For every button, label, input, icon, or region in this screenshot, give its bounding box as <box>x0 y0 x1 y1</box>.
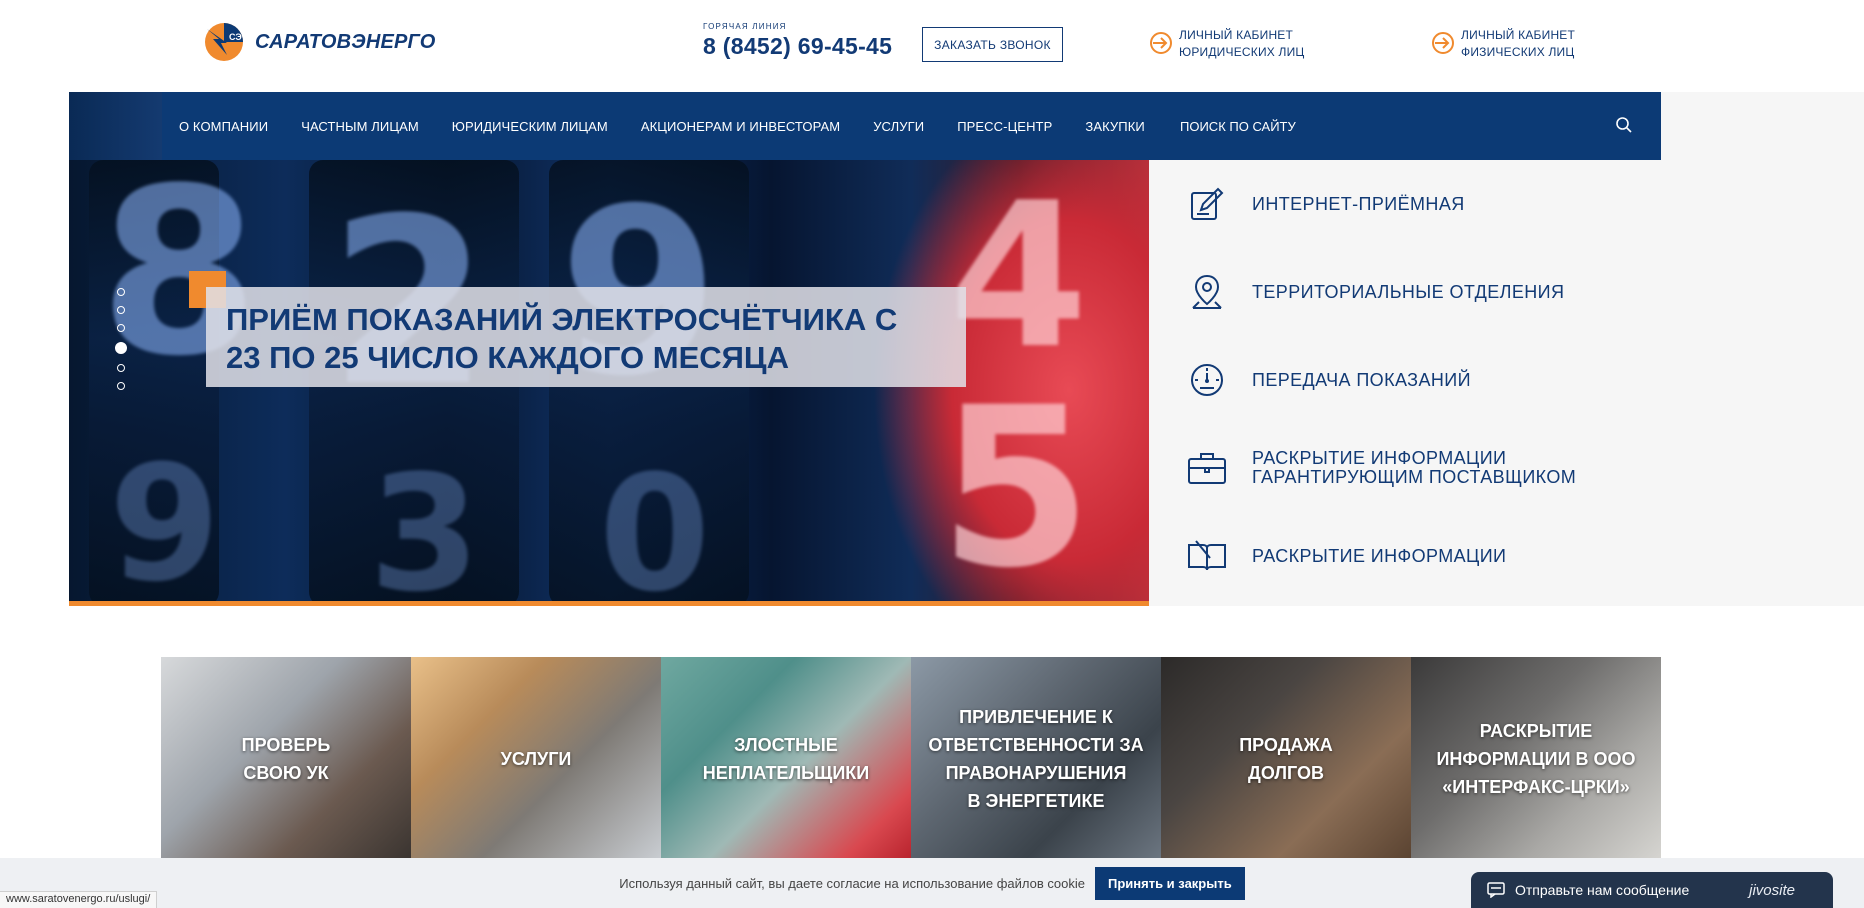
tile-label-line1: ПРИВЛЕЧЕНИЕ К <box>959 706 1113 727</box>
meter-digit-9b: 9 <box>109 430 221 606</box>
logo-text: САРАТОВЭНЕРГО <box>255 30 436 53</box>
slider-dot[interactable] <box>117 382 125 390</box>
meter-icon <box>1184 357 1230 403</box>
hero-image-top-strip <box>69 92 162 160</box>
quick-link-territorial-offices[interactable]: ТЕРРИТОРИАЛЬНЫЕ ОТДЕЛЕНИЯ <box>1184 269 1564 315</box>
meter-digit-3: 3 <box>369 440 481 606</box>
callback-button[interactable]: ЗАКАЗАТЬ ЗВОНОК <box>922 27 1063 62</box>
status-bar-url: www.saratovenergo.ru/uslugi/ <box>0 891 158 908</box>
tile-label-line2: ИНФОРМАЦИИ В ООО <box>1436 748 1636 769</box>
cabinet-legal-line2: ЮРИДИЧЕСКИХ ЛИЦ <box>1179 45 1305 59</box>
tile-label-line3: «ИНТЕРФАКС-ЦРКИ» <box>1442 776 1630 797</box>
briefcase-icon <box>1184 445 1230 491</box>
meter-digit-0: 0 <box>599 440 711 606</box>
quick-link-supplier-disclosure[interactable]: РАСКРЫТИЕ ИНФОРМАЦИИ ГАРАНТИРУЮЩИМ ПОСТА… <box>1184 445 1576 491</box>
tile-label-line1: ЗЛОСТНЫЕ <box>734 734 838 755</box>
edit-icon <box>1184 181 1230 227</box>
nav-items: О КОМПАНИИ ЧАСТНЫМ ЛИЦАМ ЮРИДИЧЕСКИМ ЛИЦ… <box>162 92 1178 160</box>
tile-label-line1: ПРОДАЖА <box>1239 734 1333 755</box>
nav-item-legal[interactable]: ЮРИДИЧЕСКИМ ЛИЦАМ <box>452 119 608 134</box>
tile-debt-sale[interactable]: ПРОДАЖА ДОЛГОВ <box>1161 657 1411 860</box>
cabinet-legal-link[interactable]: ЛИЧНЫЙ КАБИНЕТ ЮРИДИЧЕСКИХ ЛИЦ <box>1149 27 1305 61</box>
hotline-label: горячая линия <box>703 22 787 31</box>
quick-link-label: ТЕРРИТОРИАЛЬНЫЕ ОТДЕЛЕНИЯ <box>1252 281 1565 302</box>
hotline-phone[interactable]: 8 (8452) 69-45-45 <box>703 33 892 60</box>
quick-link-internet-reception[interactable]: ИНТЕРНЕТ-ПРИЁМНАЯ <box>1184 181 1465 227</box>
tile-label-line4: В ЭНЕРГЕТИКЕ <box>967 790 1105 811</box>
slider-dot[interactable] <box>117 324 125 332</box>
slider-dot[interactable] <box>117 306 125 314</box>
chat-brand: jivosite <box>1749 881 1795 899</box>
nav-item-private[interactable]: ЧАСТНЫМ ЛИЦАМ <box>301 119 419 134</box>
hero-caption-line1: ПРИЁМ ПОКАЗАНИЙ ЭЛЕКТРОСЧЁТЧИКА С <box>226 302 898 337</box>
quick-link-label-line1: РАСКРЫТИЕ ИНФОРМАЦИИ <box>1252 448 1507 468</box>
main-nav: О КОМПАНИИ ЧАСТНЫМ ЛИЦАМ ЮРИДИЧЕСКИМ ЛИЦ… <box>162 92 1661 160</box>
cabinet-physical-line1: ЛИЧНЫЙ КАБИНЕТ <box>1461 28 1576 42</box>
login-arrow-icon <box>1150 32 1172 54</box>
slider-dot[interactable] <box>117 288 125 296</box>
quick-links-panel: ИНТЕРНЕТ-ПРИЁМНАЯ ТЕРРИТОРИАЛЬНЫЕ ОТДЕЛЕ… <box>1149 160 1661 606</box>
nav-item-company[interactable]: О КОМПАНИИ <box>179 119 268 134</box>
slider-dots <box>115 288 127 390</box>
tile-check-uk[interactable]: ПРОВЕРЬ СВОЮ УК <box>161 657 411 860</box>
nav-item-purchases[interactable]: ЗАКУПКИ <box>1085 119 1144 134</box>
quick-link-meter-readings[interactable]: ПЕРЕДАЧА ПОКАЗАНИЙ <box>1184 357 1471 403</box>
meter-digit-4: 4 <box>949 160 1089 393</box>
tile-label-line1: ПРОВЕРЬ <box>241 734 331 755</box>
tile-label-line2: СВОЮ УК <box>243 762 329 783</box>
tile-label-line2: ДОЛГОВ <box>1248 762 1324 783</box>
map-pin-icon <box>1184 269 1230 315</box>
logo-mark-text: СЭ <box>229 32 242 42</box>
quick-link-label: РАСКРЫТИЕ ИНФОРМАЦИИ <box>1252 545 1507 566</box>
tile-interfax-disclosure[interactable]: РАСКРЫТИЕ ИНФОРМАЦИИ В ООО «ИНТЕРФАКС-ЦР… <box>1411 657 1661 860</box>
quick-link-info-disclosure[interactable]: РАСКРЫТИЕ ИНФОРМАЦИИ <box>1184 533 1506 579</box>
site-logo[interactable]: СЭ САРАТОВЭНЕРГО <box>203 21 436 63</box>
message-icon <box>1487 882 1505 898</box>
tile-label-line1: УСЛУГИ <box>500 748 572 769</box>
login-arrow-icon <box>1432 32 1454 54</box>
cookie-accept-button[interactable]: Принять и закрыть <box>1094 866 1245 900</box>
quick-link-label: ИНТЕРНЕТ-ПРИЁМНАЯ <box>1252 193 1465 214</box>
right-gutter <box>1661 92 1864 606</box>
chat-label: Отправьте нам сообщение <box>1515 882 1690 898</box>
logo-mark-icon: СЭ <box>203 21 245 63</box>
page: СЭ САРАТОВЭНЕРГО горячая линия 8 (8452) … <box>0 0 1864 908</box>
tile-defaulters[interactable]: ЗЛОСТНЫЕ НЕПЛАТЕЛЬЩИКИ <box>661 657 911 860</box>
cabinet-physical-link[interactable]: ЛИЧНЫЙ КАБИНЕТ ФИЗИЧЕСКИХ ЛИЦ <box>1431 27 1575 61</box>
chat-widget[interactable]: Отправьте нам сообщение jivosite <box>1471 872 1833 908</box>
quick-link-label-line2: ГАРАНТИРУЮЩИМ ПОСТАВЩИКОМ <box>1252 467 1577 487</box>
hero-caption-line2: 23 ПО 25 ЧИСЛО КАЖДОГО МЕСЯЦА <box>226 340 789 375</box>
hotline: горячая линия 8 (8452) 69-45-45 <box>703 22 892 60</box>
tile-liability[interactable]: ПРИВЛЕЧЕНИЕ К ОТВЕТСТВЕННОСТИ ЗА ПРАВОНА… <box>911 657 1161 860</box>
book-icon <box>1184 533 1230 579</box>
tile-label-line2: НЕПЛАТЕЛЬЩИКИ <box>702 762 870 783</box>
slider-dot[interactable] <box>117 364 125 372</box>
meter-digit-5: 5 <box>939 360 1093 606</box>
tile-label-line1: РАСКРЫТИЕ <box>1479 720 1593 741</box>
search-icon[interactable] <box>1615 116 1633 134</box>
cookie-text: Используя данный сайт, вы даете согласие… <box>619 875 1085 891</box>
nav-item-services[interactable]: УСЛУГИ <box>873 119 924 134</box>
tile-label-line2: ОТВЕТСТВЕННОСТИ ЗА <box>928 734 1144 755</box>
site-search-input[interactable]: ПОИСК ПО САЙТУ <box>1180 92 1296 160</box>
nav-item-investors[interactable]: АКЦИОНЕРАМ И ИНВЕСТОРАМ <box>641 119 840 134</box>
slider-dot-active[interactable] <box>115 342 127 354</box>
tile-services[interactable]: УСЛУГИ <box>411 657 661 860</box>
cabinet-physical-line2: ФИЗИЧЕСКИХ ЛИЦ <box>1461 45 1575 59</box>
service-tiles: ПРОВЕРЬ СВОЮ УК УСЛУГИ ЗЛОСТНЫЕ НЕПЛАТЕЛ… <box>161 657 1661 860</box>
hero-slider[interactable]: 8 2 9 9 3 0 4 5 ПРИЁМ ПОКАЗАНИЙ ЭЛЕКТРОС… <box>69 160 1149 606</box>
tile-label-line3: ПРАВОНАРУШЕНИЯ <box>945 762 1127 783</box>
quick-link-label: ПЕРЕДАЧА ПОКАЗАНИЙ <box>1252 369 1471 390</box>
cabinet-legal-line1: ЛИЧНЫЙ КАБИНЕТ <box>1179 28 1294 42</box>
hero-progress-bar <box>69 601 1149 606</box>
hero-caption[interactable]: ПРИЁМ ПОКАЗАНИЙ ЭЛЕКТРОСЧЁТЧИКА С 23 ПО … <box>206 287 966 387</box>
nav-item-press[interactable]: ПРЕСС-ЦЕНТР <box>957 119 1052 134</box>
